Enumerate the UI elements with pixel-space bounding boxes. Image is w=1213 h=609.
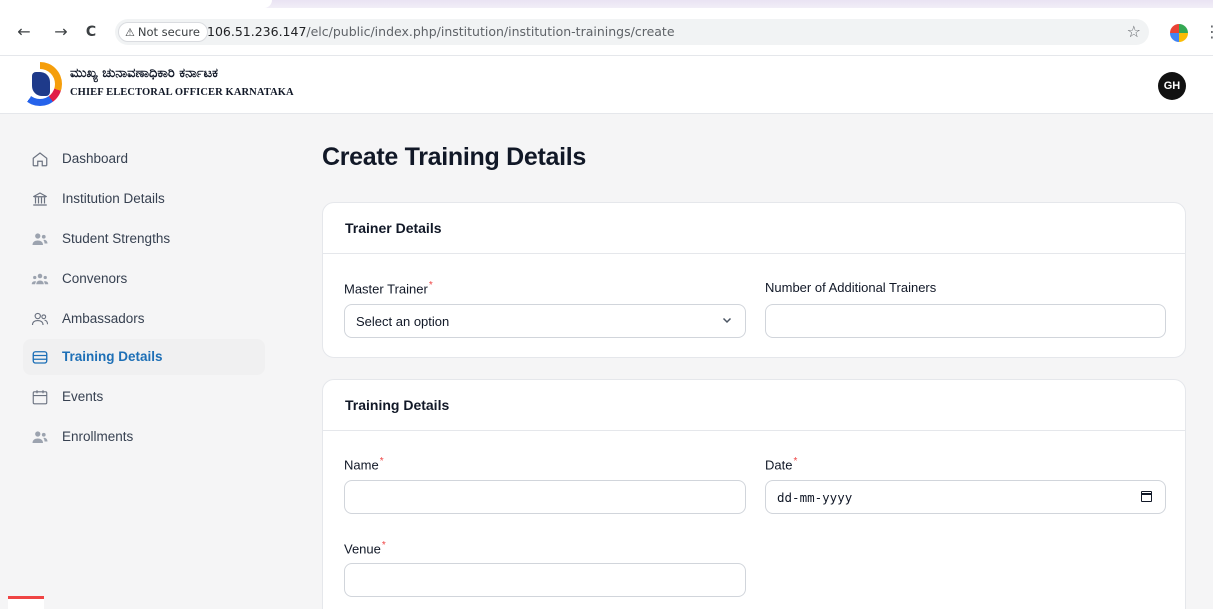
sidebar-item-training-details[interactable]: Training Details [23,339,265,375]
additional-trainers-input[interactable] [765,304,1166,338]
sidebar-item-student-strengths[interactable]: Student Strengths [23,221,265,257]
chevron-down-icon [722,317,732,324]
url-path: /elc/public/index.php/institution/instit… [306,24,675,39]
back-icon[interactable]: ← [14,22,34,42]
calendar-picker-icon[interactable] [1141,491,1152,502]
security-indicator[interactable]: ⚠ Not secure [118,22,208,42]
sidebar-item-convenors[interactable]: Convenors [23,261,265,297]
user-group-icon [31,273,49,285]
sidebar-item-dashboard[interactable]: Dashboard [23,141,265,177]
name-label-text: Name [344,457,379,473]
brand-title-kannada: ಮುಖ್ಯ ಚುನಾವಣಾಧಿಕಾರಿ ಕರ್ನಾಟಕ [70,66,218,81]
users-icon [32,431,48,443]
sidebar-item-label: Training Details [62,349,163,364]
sidebar-item-label: Institution Details [62,191,165,206]
venue-input[interactable] [344,563,746,597]
training-details-card: Training Details Name* Date* dd-mm-yyyy … [322,379,1186,609]
building-columns-icon [32,192,48,206]
trainer-details-card: Trainer Details Master Trainer* Select a… [322,202,1186,358]
sidebar-item-label: Events [62,389,104,404]
archive-box-icon [32,351,48,364]
date-label: Date* [765,456,797,472]
venue-label-text: Venue [344,541,381,557]
date-label-text: Date [765,457,793,473]
browser-toolbar: ← → C ⚠ Not secure 106.51.236.147/elc/pub… [0,8,1213,56]
sidebar-item-label: Dashboard [62,151,129,166]
url-text: 106.51.236.147/elc/public/index.php/inst… [207,24,675,39]
venue-label: Venue* [344,540,386,556]
bottom-corner-widget[interactable] [8,596,44,609]
sidebar-item-events[interactable]: Events [23,379,265,415]
sidebar-item-label: Enrollments [62,429,134,444]
logo-mark [32,72,50,96]
brand-title-english: CHIEF ELECTORAL OFFICER KARNATAKA [70,87,294,98]
reload-icon[interactable]: C [81,22,101,42]
required-marker: * [793,456,798,467]
browser-menu-icon[interactable]: ⋮ [1204,22,1213,41]
name-label: Name* [344,456,384,472]
sidebar-item-label: Convenors [62,271,128,286]
ceo-karnataka-logo[interactable] [18,62,62,106]
warning-icon: ⚠ [125,26,135,39]
name-input[interactable] [344,480,746,514]
required-marker: * [381,540,386,551]
required-marker: * [428,280,433,291]
app-header: ಮುಖ್ಯ ಚುನಾವಣಾಧಿಕಾರಿ ಕರ್ನಾಟಕ CHIEF ELECTO… [0,56,1213,114]
master-trainer-label: Master Trainer* [344,280,433,296]
security-label: Not secure [137,25,200,39]
date-placeholder: dd-mm-yyyy [777,490,853,505]
home-icon [32,152,48,167]
sidebar-item-ambassadors[interactable]: Ambassadors [23,301,265,337]
additional-trainers-label: Number of Additional Trainers [765,280,937,295]
master-trainer-select[interactable]: Select an option [344,304,746,338]
training-details-heading: Training Details [323,380,1185,431]
url-host: 106.51.236.147 [207,24,307,39]
bookmark-star-icon[interactable]: ☆ [1127,22,1141,41]
master-trainer-label-text: Master Trainer [344,281,428,297]
trainer-details-heading: Trainer Details [323,203,1185,254]
sidebar-item-label: Ambassadors [62,311,145,326]
browser-active-tab[interactable] [0,0,272,8]
forward-icon[interactable]: → [51,22,71,42]
page-title: Create Training Details [322,143,587,171]
sidebar-item-institution-details[interactable]: Institution Details [23,181,265,217]
users-outline-icon [31,312,49,326]
users-icon [32,233,48,245]
sidebar-item-label: Student Strengths [62,231,171,246]
required-marker: * [379,456,384,467]
sidebar-item-enrollments[interactable]: Enrollments [23,419,265,455]
sidebar: Dashboard Institution Details Student St… [0,115,290,609]
master-trainer-selected-value: Select an option [356,314,450,329]
calendar-icon [32,390,48,405]
date-input[interactable]: dd-mm-yyyy [765,480,1166,514]
browser-profile-icon[interactable] [1170,24,1188,42]
address-bar[interactable]: ⚠ Not secure 106.51.236.147/elc/public/in… [115,19,1149,45]
user-avatar[interactable]: GH [1158,72,1186,100]
